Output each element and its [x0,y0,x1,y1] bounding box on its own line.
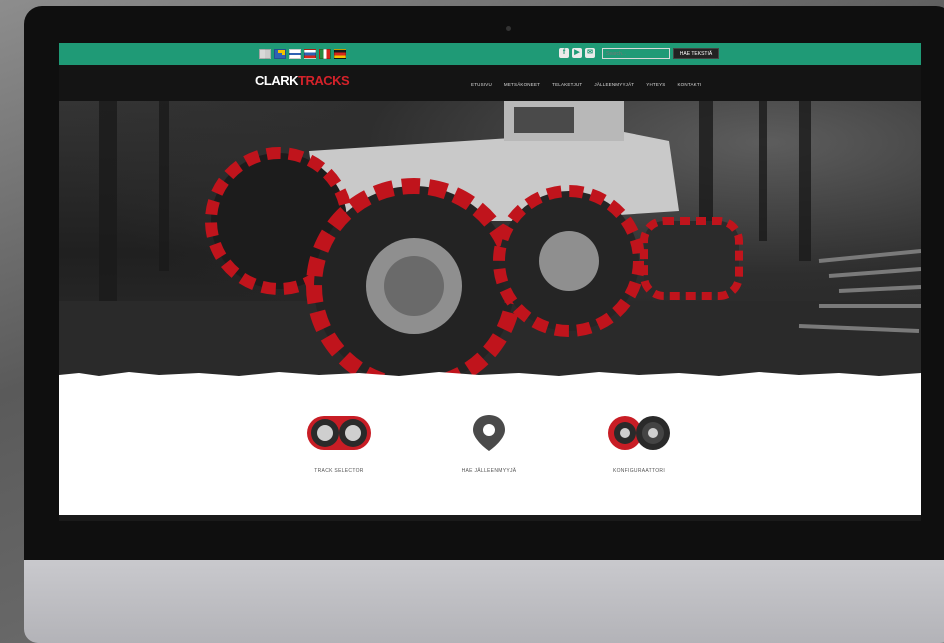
track-wheels-icon [307,416,371,450]
track-wheels-icon [608,416,670,450]
feature-label: TRACK SELECTOR [314,468,364,474]
nav-item[interactable]: METSÄKONEET [504,82,540,87]
top-bar: f ▶ ✉ HAE TEKSTIÄ [59,43,921,65]
nav-item[interactable]: ETUSIVU [471,82,492,87]
feature-track-selector[interactable]: TRACK SELECTOR [269,413,409,474]
feature-configurator[interactable]: KONFIGURAATTORI [569,413,709,474]
language-flags [259,49,346,59]
youtube-icon[interactable]: ▶ [572,48,582,58]
flag-icon[interactable] [289,49,301,59]
nav-item[interactable]: KONTAKTI [677,82,701,87]
search-input[interactable] [602,48,670,59]
feature-find-dealer[interactable]: HAE JÄLLEENMYYJÄ [419,413,559,474]
camera-dot [506,26,511,31]
social-links: f ▶ ✉ [559,48,595,58]
email-icon[interactable]: ✉ [585,48,595,58]
facebook-icon[interactable]: f [559,48,569,58]
flag-icon[interactable] [259,49,271,59]
imac-chin [24,560,944,643]
logo-accent-text: TRACKS [298,73,350,88]
nav-menu: ETUSIVU METSÄKONEET TELAKETJUT JÄLLEENMY… [471,82,701,87]
feature-label: HAE JÄLLEENMYYJÄ [461,468,517,474]
feature-label: KONFIGURAATTORI [612,468,666,474]
map-pin-icon [473,415,505,451]
nav-item[interactable]: JÄLLEENMYYJÄT [594,82,634,87]
search-button[interactable]: HAE TEKSTIÄ [673,48,719,59]
forestry-machine-illustration [59,101,921,377]
hero-banner [59,101,921,377]
main-navbar: CLARKTRACKS ETUSIVU METSÄKONEET TELAKETJ… [59,65,921,101]
logo-main-text: CLARK [255,73,299,88]
site-logo[interactable]: CLARKTRACKS [255,73,350,88]
footer-band [59,515,921,521]
flag-icon[interactable] [274,49,286,59]
flag-icon[interactable] [334,49,346,59]
website-screen: f ▶ ✉ HAE TEKSTIÄ CLARKTRACKS ETUSIVU ME… [59,43,921,521]
nav-item[interactable]: YHTEYS [646,82,665,87]
flag-icon[interactable] [319,49,331,59]
flag-icon[interactable] [304,49,316,59]
nav-item[interactable]: TELAKETJUT [552,82,582,87]
features-section: TRACK SELECTOR HAE JÄLLEENMYYJÄ KONFIGUR… [59,377,921,515]
